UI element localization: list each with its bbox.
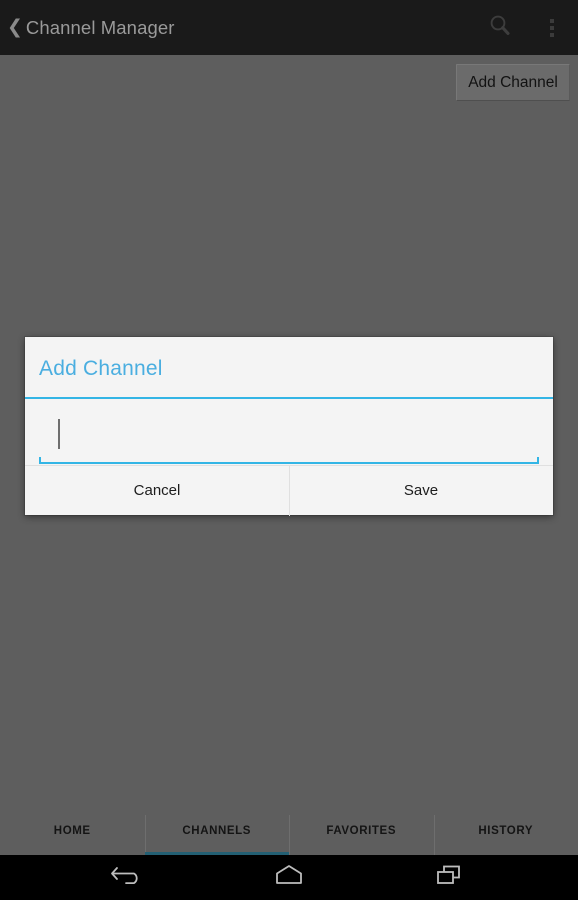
dialog-title-divider <box>25 397 553 399</box>
tab-home[interactable]: HOME <box>0 807 145 855</box>
system-navigation-bar <box>0 855 578 900</box>
dialog-title: Add Channel <box>39 357 163 380</box>
overflow-menu-button[interactable] <box>526 0 578 55</box>
tab-label: CHANNELS <box>182 825 252 837</box>
bottom-tab-bar: HOME CHANNELS FAVORITES HISTORY <box>0 807 578 855</box>
system-home-icon <box>272 862 306 893</box>
system-recents-icon <box>434 862 466 893</box>
channel-name-input[interactable] <box>45 416 533 458</box>
save-button[interactable]: Save <box>289 466 553 516</box>
app-bar: ❮ Channel Manager <box>0 0 578 55</box>
text-caret <box>58 419 60 449</box>
search-button[interactable] <box>474 0 526 55</box>
tab-history[interactable]: HISTORY <box>433 807 578 855</box>
system-back-button[interactable] <box>100 855 156 900</box>
add-channel-button[interactable]: Add Channel <box>456 64 570 101</box>
overflow-menu-icon <box>550 18 554 37</box>
tab-label: HOME <box>53 825 91 837</box>
add-channel-dialog: Add Channel Cancel Save <box>25 337 553 516</box>
tab-favorites[interactable]: FAVORITES <box>289 807 434 855</box>
save-button-label: Save <box>403 482 439 499</box>
tab-label: FAVORITES <box>326 825 397 837</box>
tab-label: HISTORY <box>478 825 534 837</box>
channel-name-field-wrapper[interactable] <box>39 412 539 464</box>
up-navigation-area[interactable]: ❮ Channel Manager <box>0 17 474 39</box>
dialog-button-bar: Cancel Save <box>25 465 553 516</box>
android-screen: ❮ Channel Manager Add Channel HOME CHANN… <box>0 0 578 900</box>
cancel-button-label: Cancel <box>133 482 181 499</box>
system-recents-button[interactable] <box>422 855 478 900</box>
add-channel-button-label: Add Channel <box>468 73 558 91</box>
page-title: Channel Manager <box>25 16 175 38</box>
cancel-button[interactable]: Cancel <box>25 466 289 515</box>
system-home-button[interactable] <box>261 855 317 900</box>
system-back-icon <box>109 862 147 893</box>
tab-channels[interactable]: CHANNELS <box>144 807 290 855</box>
input-underline <box>39 457 539 464</box>
back-chevron-icon[interactable]: ❮ <box>7 18 23 37</box>
search-icon <box>487 12 513 43</box>
